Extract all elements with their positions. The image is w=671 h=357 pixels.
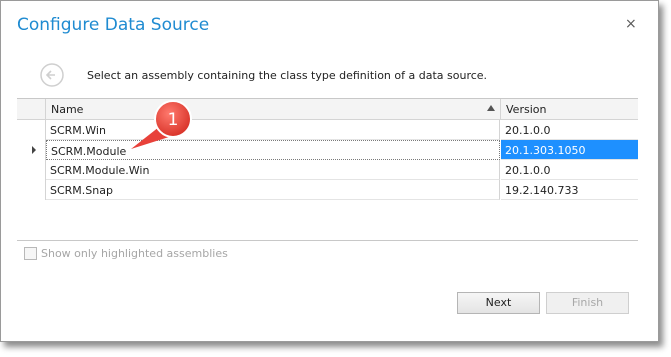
row-indicator bbox=[17, 180, 46, 200]
cell-version: 20.1.303.1050 bbox=[501, 140, 638, 160]
assembly-grid: Name Version SCRM.Win 20.1.0.0 SCRM.Modu… bbox=[17, 98, 638, 241]
show-highlighted-option[interactable]: Show only highlighted assemblies bbox=[24, 247, 228, 260]
instruction-text: Select an assembly containing the class … bbox=[87, 69, 488, 82]
cell-version-text: 20.1.303.1050 bbox=[505, 144, 586, 157]
configure-data-source-dialog: Configure Data Source × Select an assemb… bbox=[0, 0, 659, 342]
cell-name-text: SCRM.Module bbox=[51, 145, 127, 158]
show-highlighted-checkbox[interactable] bbox=[24, 247, 37, 260]
row-indicator bbox=[17, 120, 46, 140]
cell-name-text: SCRM.Module.Win bbox=[50, 164, 150, 177]
cell-name: SCRM.Win bbox=[46, 120, 500, 140]
row-indicator bbox=[17, 160, 46, 180]
callout-number: 1 bbox=[168, 110, 179, 130]
cell-name: SCRM.Module.Win bbox=[46, 160, 500, 180]
column-header-name[interactable]: Name bbox=[46, 99, 501, 119]
cell-name-text: SCRM.Win bbox=[50, 124, 106, 137]
dialog-title: Configure Data Source bbox=[17, 15, 210, 35]
row-indicator-header bbox=[17, 99, 46, 119]
cell-version: 20.1.0.0 bbox=[501, 160, 638, 180]
finish-button[interactable]: Finish bbox=[546, 292, 629, 314]
table-row[interactable]: SCRM.Win 20.1.0.0 bbox=[17, 120, 638, 140]
sort-ascending-icon bbox=[487, 105, 495, 111]
cell-name: SCRM.Snap bbox=[46, 180, 500, 200]
grid-header: Name Version bbox=[17, 99, 638, 120]
cell-version: 20.1.0.0 bbox=[501, 120, 638, 140]
table-row[interactable]: SCRM.Module.Win 20.1.0.0 bbox=[17, 160, 638, 180]
table-row[interactable]: SCRM.Snap 19.2.140.733 bbox=[17, 180, 638, 200]
cell-version-text: 19.2.140.733 bbox=[505, 184, 579, 197]
cell-version-text: 20.1.0.0 bbox=[505, 164, 551, 177]
cell-name-text: SCRM.Snap bbox=[50, 184, 113, 197]
column-header-version[interactable]: Version bbox=[501, 99, 638, 119]
column-header-name-label: Name bbox=[51, 103, 84, 116]
next-button[interactable]: Next bbox=[457, 292, 540, 314]
back-arrow-icon[interactable] bbox=[40, 63, 64, 87]
row-indicator bbox=[17, 140, 46, 160]
callout-marker: 1 bbox=[131, 100, 192, 149]
cell-name: SCRM.Module bbox=[46, 140, 500, 160]
cell-version: 19.2.140.733 bbox=[501, 180, 638, 200]
column-header-version-label: Version bbox=[506, 103, 547, 116]
show-highlighted-label: Show only highlighted assemblies bbox=[41, 247, 228, 260]
table-row[interactable]: SCRM.Module 20.1.303.1050 bbox=[17, 140, 638, 160]
cell-version-text: 20.1.0.0 bbox=[505, 124, 551, 137]
close-icon[interactable]: × bbox=[625, 16, 637, 32]
current-row-pointer-icon bbox=[32, 146, 36, 154]
